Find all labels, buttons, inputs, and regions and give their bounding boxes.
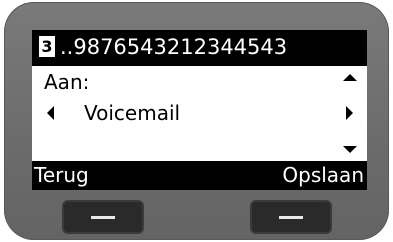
select-previous-icon[interactable] <box>47 106 54 120</box>
line-badge: 3 <box>39 36 55 57</box>
save-softkey-label: Opslaan <box>282 163 364 187</box>
phone-device: 3 ..9876543212344543 Aan: Voicemail Teru… <box>4 2 389 240</box>
select-next-icon[interactable] <box>346 106 353 120</box>
softkey-bar: Terug Opslaan <box>32 161 367 190</box>
save-button[interactable] <box>252 202 330 232</box>
back-button[interactable] <box>64 202 142 232</box>
field-value-selector[interactable]: Voicemail <box>84 100 180 126</box>
phone-number: ..9876543212344543 <box>60 35 288 59</box>
scroll-down-icon <box>343 146 357 153</box>
display-screen: 3 ..9876543212344543 Aan: Voicemail Teru… <box>32 30 367 190</box>
scroll-up-icon <box>343 74 357 81</box>
back-softkey-label: Terug <box>34 163 89 187</box>
edit-area: Aan: Voicemail <box>32 66 367 161</box>
status-bar: 3 ..9876543212344543 <box>32 30 367 64</box>
field-label: Aan: <box>44 70 90 94</box>
